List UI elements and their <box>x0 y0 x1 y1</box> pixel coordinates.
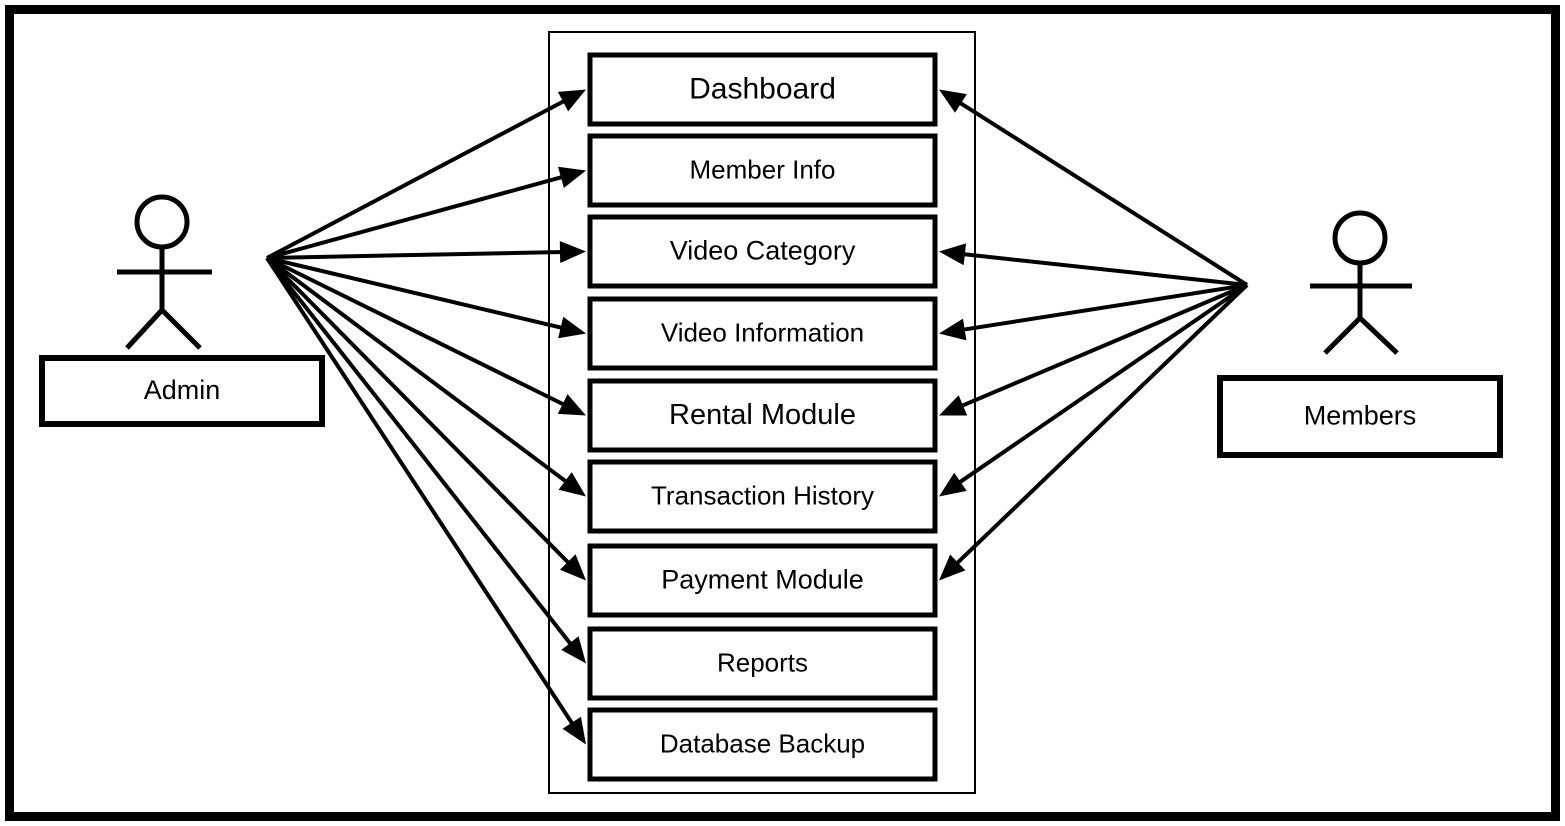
use-case-diagram: Dashboard Member Info Video Category Video … <box>0 0 1565 826</box>
use-case-label: Database Backup <box>660 728 865 758</box>
diagram-canvas: Dashboard Member Info Video Category Video … <box>0 0 1565 826</box>
use-case-member-info[interactable]: Member Info <box>587 133 938 208</box>
use-case-label: Rental Module <box>669 399 856 431</box>
use-case-rental-module[interactable]: Rental Module <box>587 378 938 453</box>
use-case-label: Video Category <box>670 236 856 266</box>
use-case-transaction-history[interactable]: Transaction History <box>587 459 938 534</box>
actor-label: Members <box>1304 401 1417 431</box>
use-case-label: Video Information <box>661 317 864 347</box>
use-case-reports[interactable]: Reports <box>587 626 938 701</box>
use-case-label: Dashboard <box>689 72 836 105</box>
use-case-video-information[interactable]: Video Information <box>587 296 938 371</box>
use-case-payment-module[interactable]: Payment Module <box>587 543 938 618</box>
use-case-video-category[interactable]: Video Category <box>587 214 938 289</box>
use-case-label: Reports <box>717 647 808 677</box>
use-case-label: Transaction History <box>651 480 874 510</box>
use-case-label: Member Info <box>690 154 836 184</box>
use-case-label: Payment Module <box>661 565 864 595</box>
actor-label: Admin <box>144 375 221 405</box>
use-case-database-backup[interactable]: Database Backup <box>587 707 938 782</box>
use-case-group: Dashboard Member Info Video Category Video … <box>587 52 938 782</box>
use-case-dashboard[interactable]: Dashboard <box>587 52 938 127</box>
